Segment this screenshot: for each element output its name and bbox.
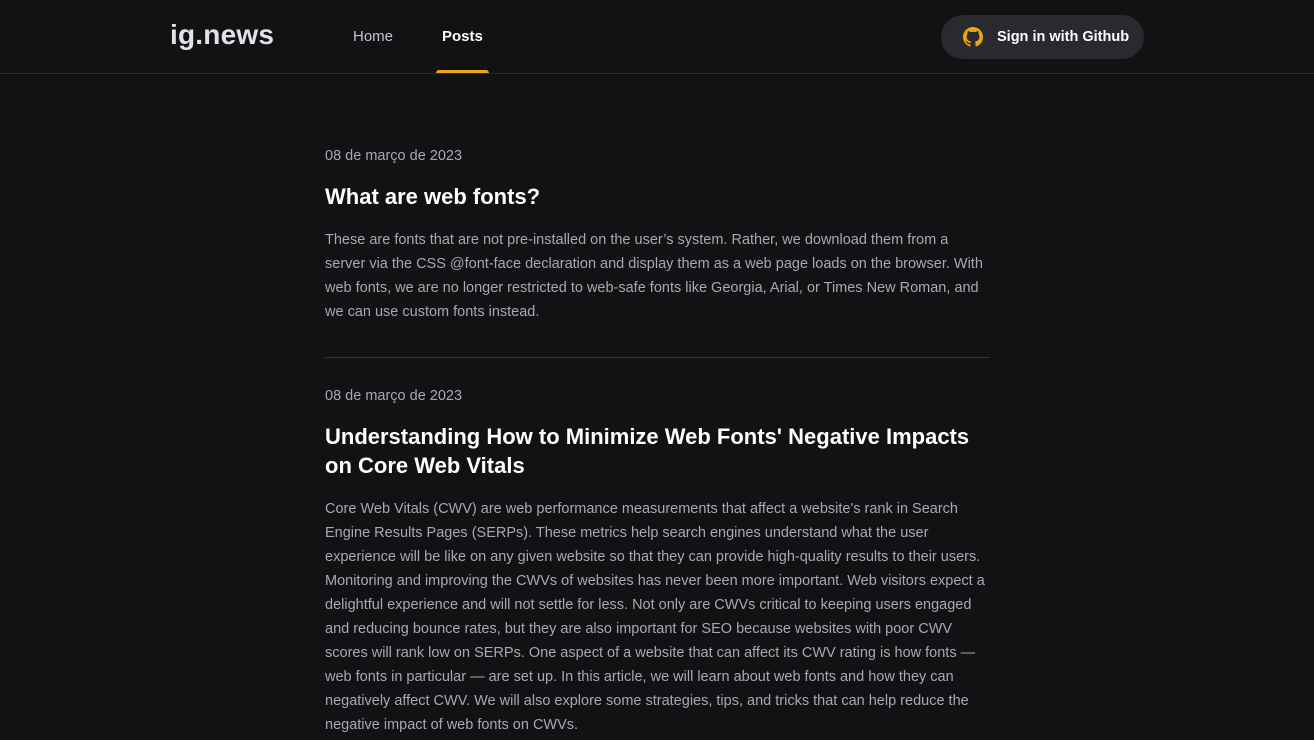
sign-in-label: Sign in with Github bbox=[997, 29, 1130, 45]
post-title: What are web fonts? bbox=[325, 184, 541, 209]
post-excerpt: These are fonts that are not pre-install… bbox=[325, 232, 983, 320]
post-date: 08 de março de 2023 bbox=[325, 388, 463, 404]
nav-link-posts[interactable]: Posts bbox=[436, 0, 489, 73]
site-logo[interactable]: ig.news bbox=[170, 18, 274, 52]
site-header: ig.news Home Posts Sign in with Github bbox=[0, 0, 1314, 74]
main-nav: Home Posts bbox=[352, 0, 521, 74]
post-title: Understanding How to Minimize Web Fonts'… bbox=[325, 424, 970, 478]
github-icon bbox=[963, 27, 983, 47]
post-divider bbox=[325, 357, 990, 358]
sign-in-github-button[interactable]: Sign in with Github bbox=[941, 15, 1144, 59]
nav-link-home[interactable]: Home bbox=[352, 0, 399, 73]
post-item[interactable]: 08 de março de 2023 Understanding How to… bbox=[325, 386, 990, 737]
post-excerpt: Core Web Vitals (CWV) are web performanc… bbox=[325, 501, 985, 733]
post-date: 08 de março de 2023 bbox=[325, 148, 463, 164]
post-item[interactable]: 08 de março de 2023 What are web fonts? … bbox=[325, 146, 990, 324]
